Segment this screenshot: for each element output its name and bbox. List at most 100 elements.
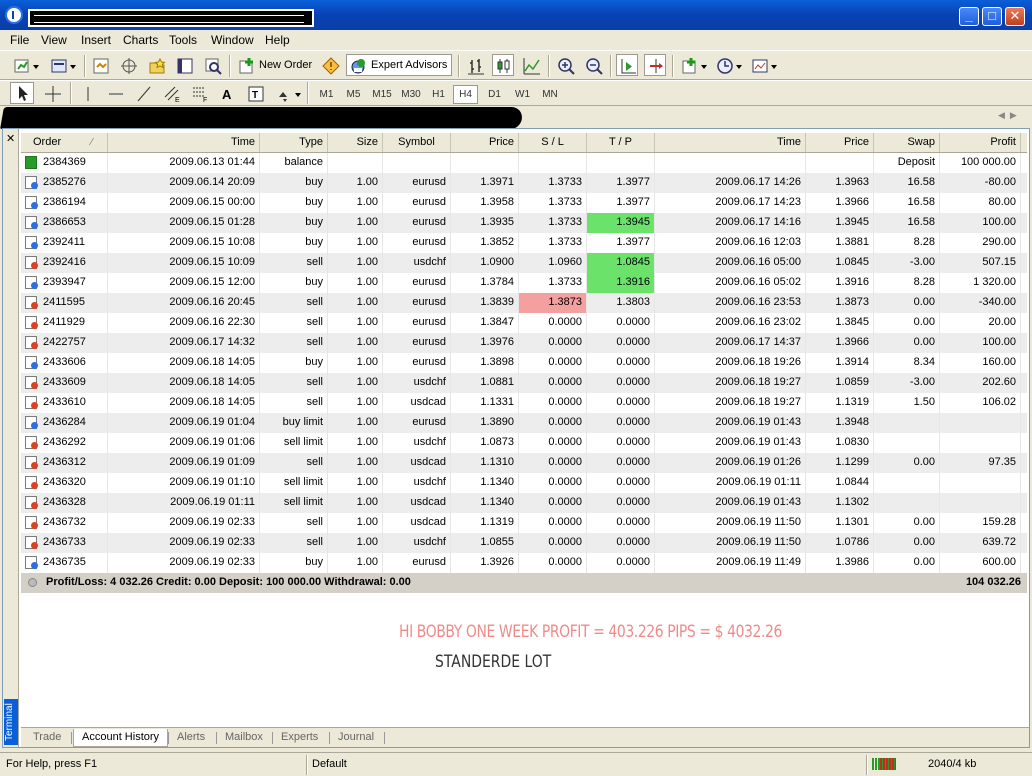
timeframe-w1[interactable]: W1 [510,85,535,104]
table-row[interactable]: 2436735 2009.06.19 02:33 buy 1.00 eurusd 1.39… [21,553,1027,573]
terminal-close-icon[interactable]: ✕ [6,132,15,145]
table-row[interactable]: 2392411 2009.06.15 10:08 buy 1.00 eurusd 1.38… [21,233,1027,253]
tab-experts[interactable]: Experts [273,729,326,747]
col-size-header[interactable]: Size [328,133,383,152]
timeframe-mn[interactable]: MN [537,85,563,104]
app-icon[interactable] [5,6,23,24]
strategy-tester-button[interactable] [201,54,223,76]
candlesticks-button[interactable] [492,54,514,76]
timeframe-d1[interactable]: D1 [482,85,507,104]
col-type-header[interactable]: Type [260,133,328,152]
cursor-button[interactable] [10,82,34,104]
new-order-button[interactable]: New Order [235,54,315,76]
timeframe-m1[interactable]: M1 [314,85,339,104]
col-sl-header[interactable]: S / L [519,133,587,152]
tab-mailbox[interactable]: Mailbox [217,729,271,747]
data-window-button[interactable] [117,54,139,76]
table-row[interactable]: 2392416 2009.06.15 10:09 sell 1.00 usdchf 1.0… [21,253,1027,273]
bar-chart-button[interactable] [464,54,486,76]
menu-tools[interactable]: Tools [169,33,197,47]
close-button[interactable]: ✕ [1005,7,1025,26]
trendline-button[interactable] [132,82,154,104]
market-watch-button[interactable] [89,54,111,76]
tab-journal[interactable]: Journal [330,729,382,747]
col-swap-cell: 0.00 [874,533,940,553]
menu-charts[interactable]: Charts [123,33,158,47]
table-row[interactable]: 2411595 2009.06.16 20:45 sell 1.00 eurusd 1.3… [21,293,1027,313]
table-row[interactable]: 2436328 2009.06.19 01:11 sell limit 1.00 usd… [21,493,1027,513]
terminal-button[interactable] [173,54,195,76]
table-row[interactable]: 2433609 2009.06.18 14:05 sell 1.00 usdchf 1.0… [21,373,1027,393]
table-row[interactable]: 2436292 2009.06.19 01:06 sell limit 1.00 usd… [21,433,1027,453]
table-row[interactable]: 2436284 2009.06.19 01:04 buy limit 1.00 euru… [21,413,1027,433]
table-row[interactable]: 2436733 2009.06.19 02:33 sell 1.00 usdchf 1.0… [21,533,1027,553]
table-row[interactable]: 2386653 2009.06.15 01:28 buy 1.00 eurusd 1.39… [21,213,1027,233]
timeframe-m15[interactable]: M15 [368,85,396,104]
metaeditor-button[interactable] [319,54,341,76]
table-row[interactable]: 2411929 2009.06.16 22:30 sell 1.00 eurusd 1.3… [21,313,1027,333]
expert-advisors-button[interactable]: Expert Advisors [346,54,452,76]
templates-button[interactable] [748,54,780,76]
vertical-line-button[interactable] [76,82,98,104]
col-close-price-header[interactable]: Price [806,133,874,152]
maximize-button[interactable]: □ [982,7,1002,26]
col-open-time-header[interactable]: Time [108,133,260,152]
new-chart-button[interactable] [10,54,42,76]
minimize-button[interactable]: _ [959,7,979,26]
title-bar[interactable]: _ □ ✕ [0,0,1032,30]
col-tp-header[interactable]: T / P [587,133,655,152]
menu-insert[interactable]: Insert [81,33,111,47]
status-bar: For Help, press F1 Default 2040/4 kb [0,752,1032,776]
star-folder-icon [149,57,166,74]
menu-window[interactable]: Window [211,33,254,47]
menu-file[interactable]: File [10,33,29,47]
table-row[interactable]: 2385276 2009.06.14 20:09 buy 1.00 eurusd 1.39… [21,173,1027,193]
col-order-header[interactable]: Order [21,133,108,152]
table-row[interactable]: 2436312 2009.06.19 01:09 sell 1.00 usdcad 1.1… [21,453,1027,473]
navigator-button[interactable] [145,54,167,76]
menu-help[interactable]: Help [265,33,290,47]
table-row[interactable]: 2436320 2009.06.19 01:10 sell limit 1.00 usd… [21,473,1027,493]
col-open-price-header[interactable]: Price [451,133,519,152]
horizontal-line-button[interactable] [104,82,126,104]
text-button[interactable]: A [216,82,238,104]
table-row[interactable]: 2384369 2009.06.13 01:44 balance Deposit 100… [21,153,1027,173]
arrows-button[interactable] [272,82,302,104]
table-row[interactable]: 2433610 2009.06.18 14:05 sell 1.00 usdcad 1.1… [21,393,1027,413]
col-close-time-header[interactable]: Time [655,133,806,152]
col-open-price-cell: 1.3958 [451,193,519,213]
zoom-out-button[interactable] [582,54,604,76]
tab-scroll-arrows[interactable]: ◀ ▶ [998,110,1017,121]
auto-scroll-button[interactable] [616,54,638,76]
profiles-button[interactable] [47,54,79,76]
col-open-price-cell: 1.3839 [451,293,519,313]
timeframe-m5[interactable]: M5 [341,85,366,104]
col-sl-cell: 1.3733 [519,193,587,213]
timeframe-h1[interactable]: H1 [426,85,451,104]
tab-account-history[interactable]: Account History [73,729,169,747]
channel-button[interactable]: E [160,82,182,104]
col-symbol-cell: eurusd [383,193,451,213]
table-row[interactable]: 2422757 2009.06.17 14:32 sell 1.00 eurusd 1.3… [21,333,1027,353]
table-row[interactable]: 2393947 2009.06.15 12:00 buy 1.00 eurusd 1.37… [21,273,1027,293]
tab-trade[interactable]: Trade [25,729,69,747]
menu-view[interactable]: View [41,33,67,47]
zoom-in-button[interactable] [554,54,576,76]
col-profit-header[interactable]: Profit [940,133,1021,152]
chart-shift-button[interactable] [644,54,666,76]
col-tp-cell: 1.3945 [587,213,655,233]
col-symbol-header[interactable]: Symbol [383,133,451,152]
timeframe-m30[interactable]: M30 [397,85,425,104]
indicators-button[interactable] [678,54,710,76]
tab-alerts[interactable]: Alerts [169,729,213,747]
fibonacci-button[interactable]: F [188,82,210,104]
table-row[interactable]: 2433606 2009.06.18 14:05 buy 1.00 eurusd 1.38… [21,353,1027,373]
col-swap-header[interactable]: Swap [874,133,940,152]
table-row[interactable]: 2436732 2009.06.19 02:33 sell 1.00 usdcad 1.1… [21,513,1027,533]
crosshair-button[interactable] [40,82,64,104]
line-chart-button[interactable] [520,54,542,76]
table-row[interactable]: 2386194 2009.06.15 00:00 buy 1.00 eurusd 1.39… [21,193,1027,213]
timeframe-h4[interactable]: H4 [453,85,478,104]
text-label-button[interactable]: T [244,82,266,104]
periods-button[interactable] [713,54,745,76]
